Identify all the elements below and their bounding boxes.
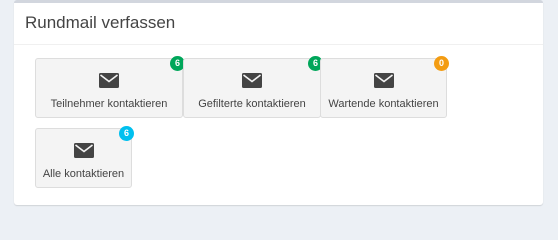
button-label: Gefilterte kontaktieren [198, 98, 306, 110]
envelope-icon [242, 73, 262, 88]
button-label: Teilnehmer kontaktieren [50, 98, 168, 110]
envelope-icon [73, 143, 94, 158]
panel-header: Rundmail verfassen [14, 3, 543, 45]
envelope-icon [99, 73, 119, 88]
contact-participants-button[interactable]: Teilnehmer kontaktieren 6 [35, 56, 185, 118]
envelope-icon [373, 73, 394, 88]
contact-waiting-button[interactable]: Wartende kontaktieren 0 [320, 56, 449, 118]
count-badge: 0 [434, 56, 449, 71]
contact-all-button[interactable]: Alle kontaktieren 6 [35, 126, 134, 188]
panel-title: Rundmail verfassen [25, 13, 176, 32]
count-badge: 6 [119, 126, 134, 141]
contact-filtered-button[interactable]: Gefilterte kontaktieren 6 [183, 56, 323, 118]
button-label: Alle kontaktieren [42, 168, 125, 180]
rundmail-panel: Rundmail verfassen Teilnehmer kontaktier… [14, 0, 543, 205]
button-label: Wartende kontaktieren [328, 98, 439, 110]
